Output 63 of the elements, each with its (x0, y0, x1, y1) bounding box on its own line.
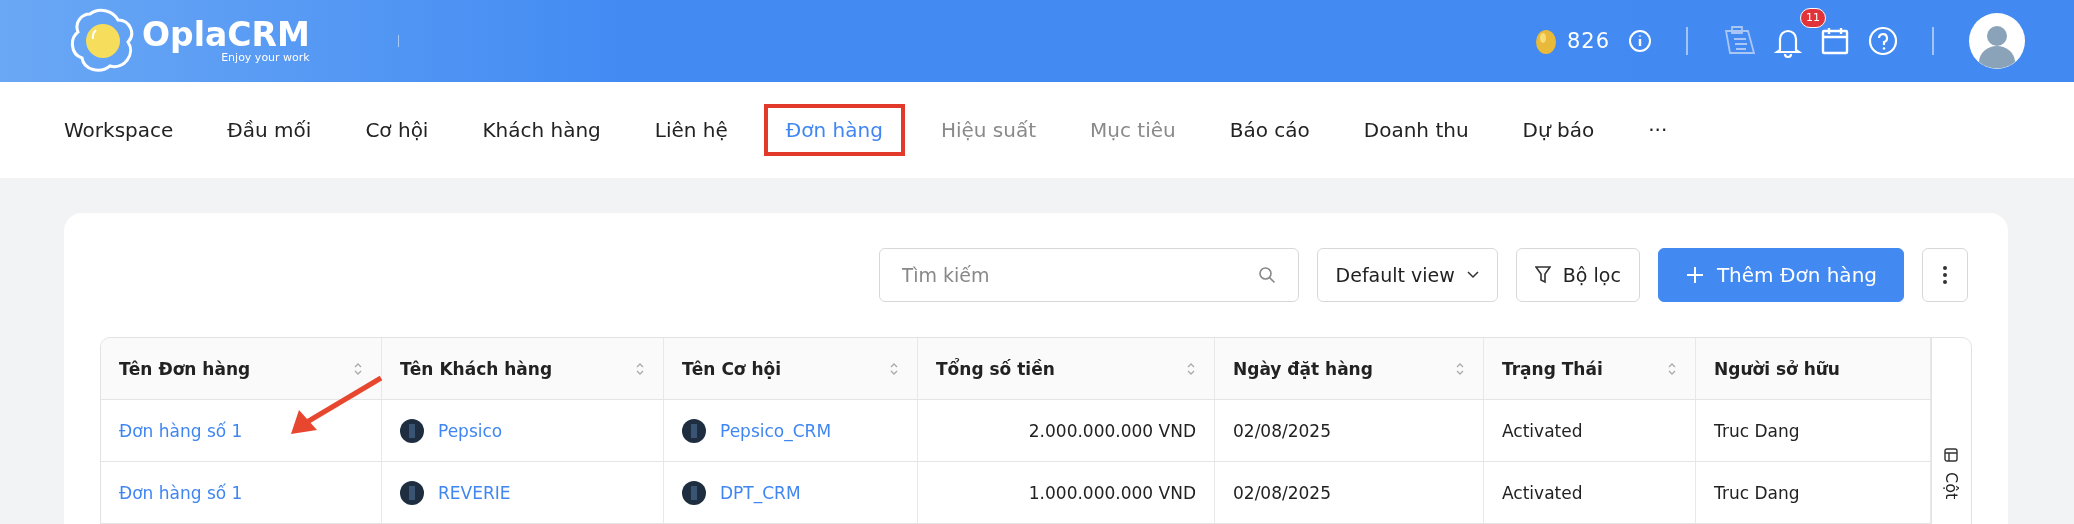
column-header[interactable]: Tên Cơ hội (682, 358, 782, 379)
column-header[interactable]: Tên Đơn hàng (119, 358, 251, 379)
column-header[interactable]: Tổng số tiền (936, 358, 1055, 379)
nav-tab[interactable]: Đơn hàng (763, 104, 905, 156)
nav-tab[interactable]: Liên hệ (654, 108, 728, 152)
company-avatar-icon (400, 480, 424, 505)
brand-tagline: Enjoy your work (221, 51, 310, 64)
nav-tab[interactable]: Doanh thu (1363, 108, 1469, 152)
amount-cell: 1.000.000.000 VND (1028, 482, 1196, 503)
owner-cell: Truc Dang (1714, 420, 1800, 441)
sort-icon[interactable] (1667, 361, 1677, 376)
sort-icon[interactable] (889, 361, 899, 376)
avatar-icon[interactable] (1968, 12, 2026, 70)
calendar-icon[interactable] (1820, 26, 1850, 56)
nav-tab[interactable]: Cơ hội (365, 108, 429, 152)
column-header[interactable]: Người sở hữu (1714, 358, 1840, 379)
nav-tab[interactable]: Báo cáo (1229, 108, 1310, 152)
company-avatar-icon (400, 418, 424, 443)
search-field[interactable]: Tìm kiếm (878, 248, 1299, 302)
sort-icon[interactable] (1455, 361, 1465, 376)
opportunity-link[interactable]: DPT_CRM (720, 482, 801, 503)
sort-icon[interactable] (353, 361, 363, 376)
nav-tab[interactable]: Đầu mối (227, 108, 312, 152)
column-header[interactable]: Trạng Thái (1502, 358, 1603, 379)
sort-icon[interactable] (635, 361, 645, 376)
more-options-button[interactable] (1922, 248, 1968, 302)
status-cell: Activated (1502, 420, 1583, 441)
date-cell: 02/08/2025 (1233, 420, 1331, 441)
chevron-icon (1466, 271, 1479, 279)
status-cell: Activated (1502, 482, 1583, 503)
coin-icon (1534, 27, 1557, 55)
filter-button[interactable]: Bộ lọc (1515, 248, 1640, 302)
owner-cell: Truc Dang (1714, 482, 1800, 503)
coin-count: 826 (1566, 29, 1610, 53)
info-icon[interactable] (1628, 29, 1652, 53)
company-avatar-icon (682, 480, 706, 505)
kebab-icon (1943, 266, 1947, 284)
brand-name: OplaCRM (142, 18, 310, 52)
customer-link[interactable]: Pepsico (438, 420, 503, 441)
filter-icon (1534, 266, 1551, 284)
table-icon (1944, 448, 1958, 462)
help-icon[interactable] (1868, 26, 1898, 56)
search-icon (1257, 266, 1276, 284)
columns-panel-tab[interactable]: Cột (1931, 338, 1970, 524)
clipboard-icon[interactable] (1722, 25, 1756, 57)
customer-link[interactable]: REVERIE (438, 482, 511, 503)
date-cell: 02/08/2025 (1233, 482, 1331, 503)
nav-tab[interactable]: Khách hàng (482, 108, 601, 152)
column-header[interactable]: Ngày đặt hàng (1233, 358, 1373, 379)
amount-cell: 2.000.000.000 VND (1028, 420, 1196, 441)
nav-tab[interactable]: Workspace (64, 108, 174, 152)
column-header[interactable]: Tên Khách hàng (400, 358, 553, 379)
order-link[interactable]: Đơn hàng số 1 (119, 482, 243, 503)
nav-tab[interactable]: Dự báo (1522, 108, 1595, 152)
sort-icon[interactable] (1186, 361, 1196, 376)
opportunity-link[interactable]: Pepsico_CRM (720, 420, 832, 441)
more-tab[interactable]: ··· (1648, 108, 1668, 152)
company-avatar-icon (682, 418, 706, 443)
order-link[interactable]: Đơn hàng số 1 (119, 420, 243, 441)
notification-badge: 11 (1800, 8, 1826, 28)
egg-logo-icon (70, 8, 136, 74)
plus-icon (1684, 265, 1705, 285)
view-dropdown[interactable]: Default view (1316, 248, 1498, 302)
